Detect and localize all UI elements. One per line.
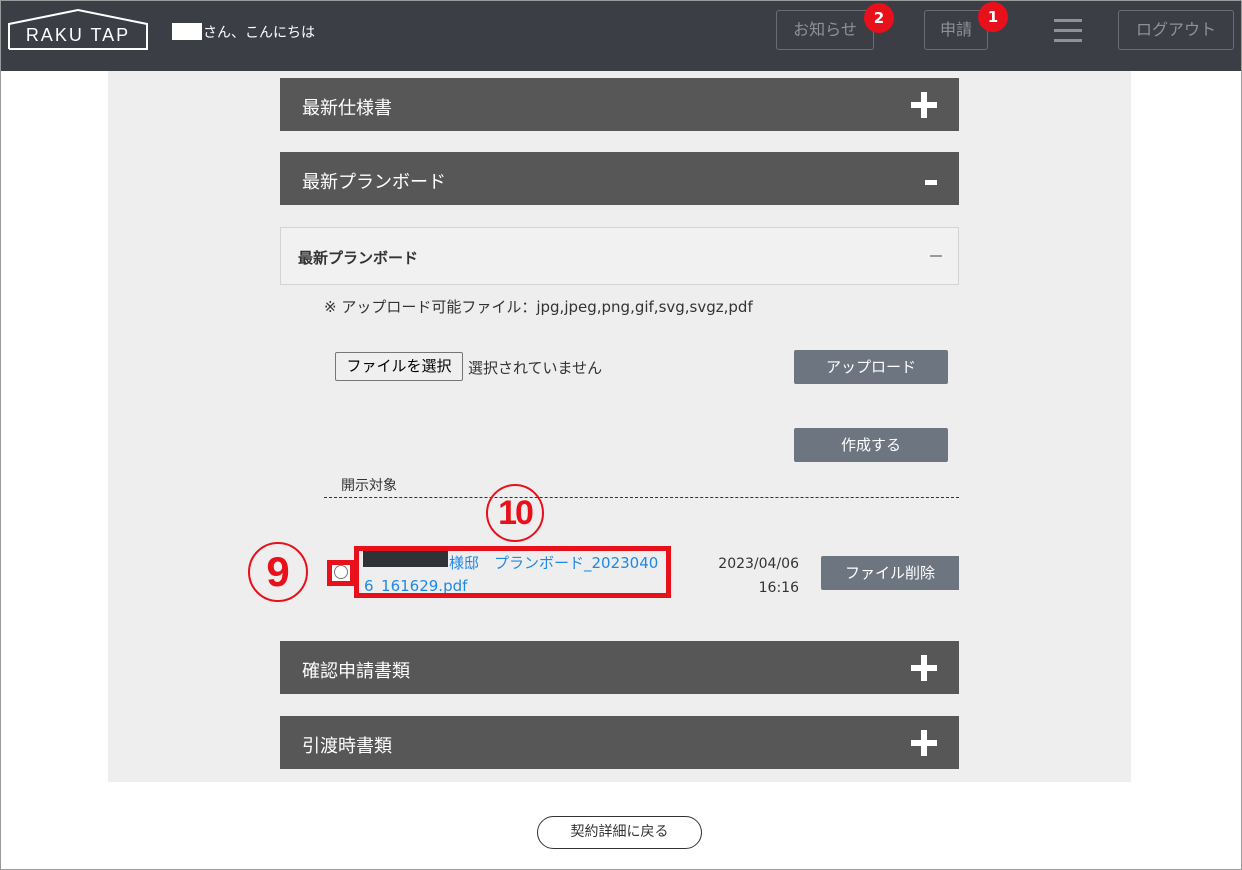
accordion-handover[interactable]: 引渡時書類 bbox=[280, 716, 959, 769]
upload-button[interactable]: アップロード bbox=[794, 350, 948, 384]
accordion-planboard-title: 最新プランボード bbox=[302, 172, 446, 193]
back-to-contract-button[interactable]: 契約詳細に戻る bbox=[537, 816, 702, 849]
planboard-subpanel-title: 最新プランボード bbox=[298, 249, 419, 267]
delete-file-button[interactable]: ファイル削除 bbox=[821, 556, 959, 590]
app-header: RAKU TAP さん、こんにちは お知らせ 2 申請 1 ログアウト bbox=[0, 0, 1242, 71]
hamburger-menu-icon[interactable] bbox=[1054, 19, 1082, 43]
accordion-planboard[interactable]: 最新プランボード bbox=[280, 152, 959, 205]
upload-file-types-note: ※ アップロード可能ファイル：jpg,jpeg,png,gif,svg,svgz… bbox=[324, 298, 753, 316]
greeting-text: さん、こんにちは bbox=[203, 25, 315, 41]
choose-file-button[interactable]: ファイルを選択 bbox=[335, 352, 463, 381]
collapse-minus-icon[interactable] bbox=[930, 255, 942, 257]
accordion-handover-title: 引渡時書類 bbox=[302, 736, 392, 757]
notice-count-badge: 2 bbox=[864, 3, 894, 33]
minus-icon[interactable] bbox=[925, 180, 937, 185]
accordion-spec-title: 最新仕様書 bbox=[302, 98, 392, 119]
raku-tap-logo[interactable]: RAKU TAP bbox=[8, 9, 148, 50]
file-date-day: 2023/04/06 bbox=[718, 556, 799, 572]
annotation-ten: 10 bbox=[486, 484, 544, 542]
file-date-time: 16:16 bbox=[758, 580, 799, 596]
notice-button[interactable]: お知らせ bbox=[776, 10, 874, 50]
logout-button[interactable]: ログアウト bbox=[1118, 10, 1234, 50]
logo-text: RAKU TAP bbox=[25, 25, 131, 45]
accordion-spec[interactable]: 最新仕様書 bbox=[280, 78, 959, 131]
dashed-divider bbox=[324, 497, 959, 498]
plus-icon[interactable] bbox=[911, 92, 937, 118]
plus-icon[interactable] bbox=[911, 655, 937, 681]
disclosure-radio[interactable] bbox=[334, 565, 348, 579]
file-date: 2023/04/06 16:16 bbox=[712, 552, 799, 600]
accordion-confirm[interactable]: 確認申請書類 bbox=[280, 641, 959, 694]
user-name-mask bbox=[172, 23, 202, 40]
apply-count-badge: 1 bbox=[978, 2, 1008, 32]
disclosure-target-label: 開示対象 bbox=[341, 478, 397, 494]
plus-icon[interactable] bbox=[911, 730, 937, 756]
annotation-nine: 9 bbox=[248, 542, 308, 602]
create-button[interactable]: 作成する bbox=[794, 428, 948, 462]
planboard-subpanel[interactable]: 最新プランボード bbox=[280, 227, 959, 285]
file-status-text: 選択されていません bbox=[468, 359, 603, 377]
annotation-highlight-file bbox=[354, 546, 671, 598]
accordion-confirm-title: 確認申請書類 bbox=[302, 661, 410, 682]
